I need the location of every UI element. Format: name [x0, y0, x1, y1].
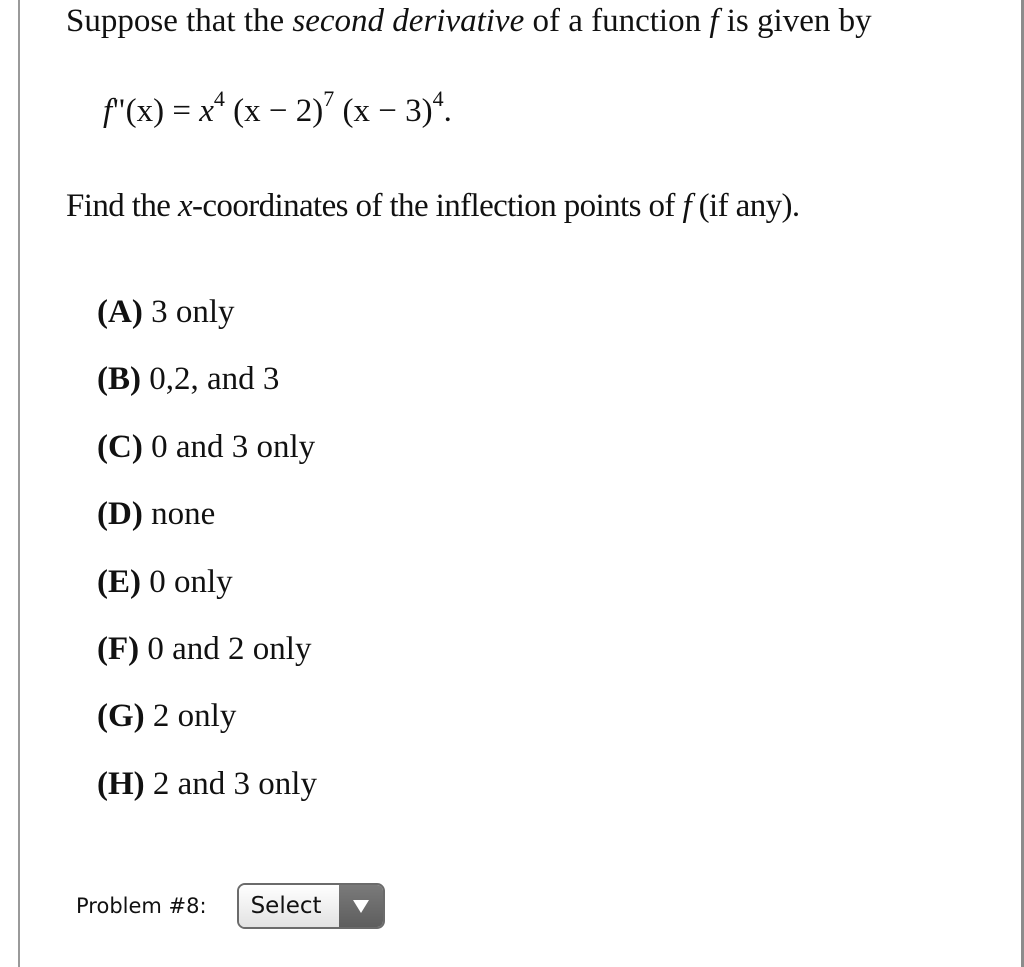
- intro-text: is given by: [726, 3, 872, 39]
- option-h: (H) 2 and 3 only: [97, 764, 317, 831]
- question-text: Find the x-coordinates of the inflection…: [66, 188, 800, 224]
- intro-text: Suppose that the: [66, 3, 293, 39]
- formula-term: x4: [199, 86, 225, 130]
- option-text: 0 and 3 only: [142, 428, 316, 465]
- option-letter: (H): [97, 765, 145, 802]
- intro-text: of a function: [524, 3, 710, 39]
- option-f: (F) 0 and 2 only: [97, 629, 317, 696]
- option-g: (G) 2 only: [97, 696, 317, 763]
- function-symbol: f: [709, 3, 719, 39]
- option-letter: (B): [97, 361, 141, 398]
- option-text: 3 only: [142, 294, 235, 330]
- function-symbol: f: [682, 188, 692, 224]
- answer-options: (A) 3 only (B) 0,2, and 3 (C) 0 and 3 on…: [97, 292, 317, 831]
- option-letter: (A): [97, 294, 143, 330]
- option-a: (A) 3 only: [97, 292, 317, 359]
- option-c: (C) 0 and 3 only: [97, 427, 317, 494]
- formula-term: (x − 3)4: [342, 86, 444, 130]
- function-symbol: f: [103, 93, 113, 129]
- option-letter: (F): [97, 630, 140, 667]
- variable-symbol: x: [177, 188, 193, 224]
- option-letter: (E): [97, 563, 141, 600]
- option-text: 0,2, and 3: [141, 361, 280, 398]
- option-e: (E) 0 only: [97, 562, 317, 629]
- formula-term: (x − 2)7: [233, 86, 335, 130]
- option-letter: (D): [97, 496, 143, 533]
- formula-lhs: "(x) =: [112, 93, 200, 129]
- problem-intro: Suppose that the second derivative of a …: [66, 3, 872, 40]
- select-value[interactable]: Select: [238, 885, 339, 927]
- option-b: (B) 0,2, and 3: [97, 359, 317, 426]
- left-border: [18, 0, 20, 967]
- answer-row: Problem #8: Select: [76, 883, 385, 929]
- exponent: 7: [323, 86, 335, 111]
- dropdown-arrow-button[interactable]: [338, 885, 383, 927]
- option-text: 0 only: [141, 563, 233, 600]
- exponent: 4: [432, 86, 444, 111]
- answer-select-dropdown[interactable]: Select: [236, 883, 385, 929]
- option-d: (D) none: [97, 494, 317, 561]
- exponent: 4: [213, 86, 225, 111]
- option-text: 2 only: [144, 698, 237, 735]
- second-derivative-formula: f"(x) = x4 (x − 2)7 (x − 3)4.: [103, 86, 452, 130]
- dropdown-triangle-icon: [352, 899, 369, 913]
- intro-emphasis: second derivative: [292, 3, 525, 39]
- problem-label: Problem #8:: [76, 894, 207, 918]
- option-letter: (G): [97, 698, 145, 735]
- option-text: none: [142, 496, 216, 533]
- option-text: 2 and 3 only: [144, 765, 317, 802]
- option-text: 0 and 2 only: [139, 630, 312, 667]
- option-letter: (C): [97, 428, 143, 465]
